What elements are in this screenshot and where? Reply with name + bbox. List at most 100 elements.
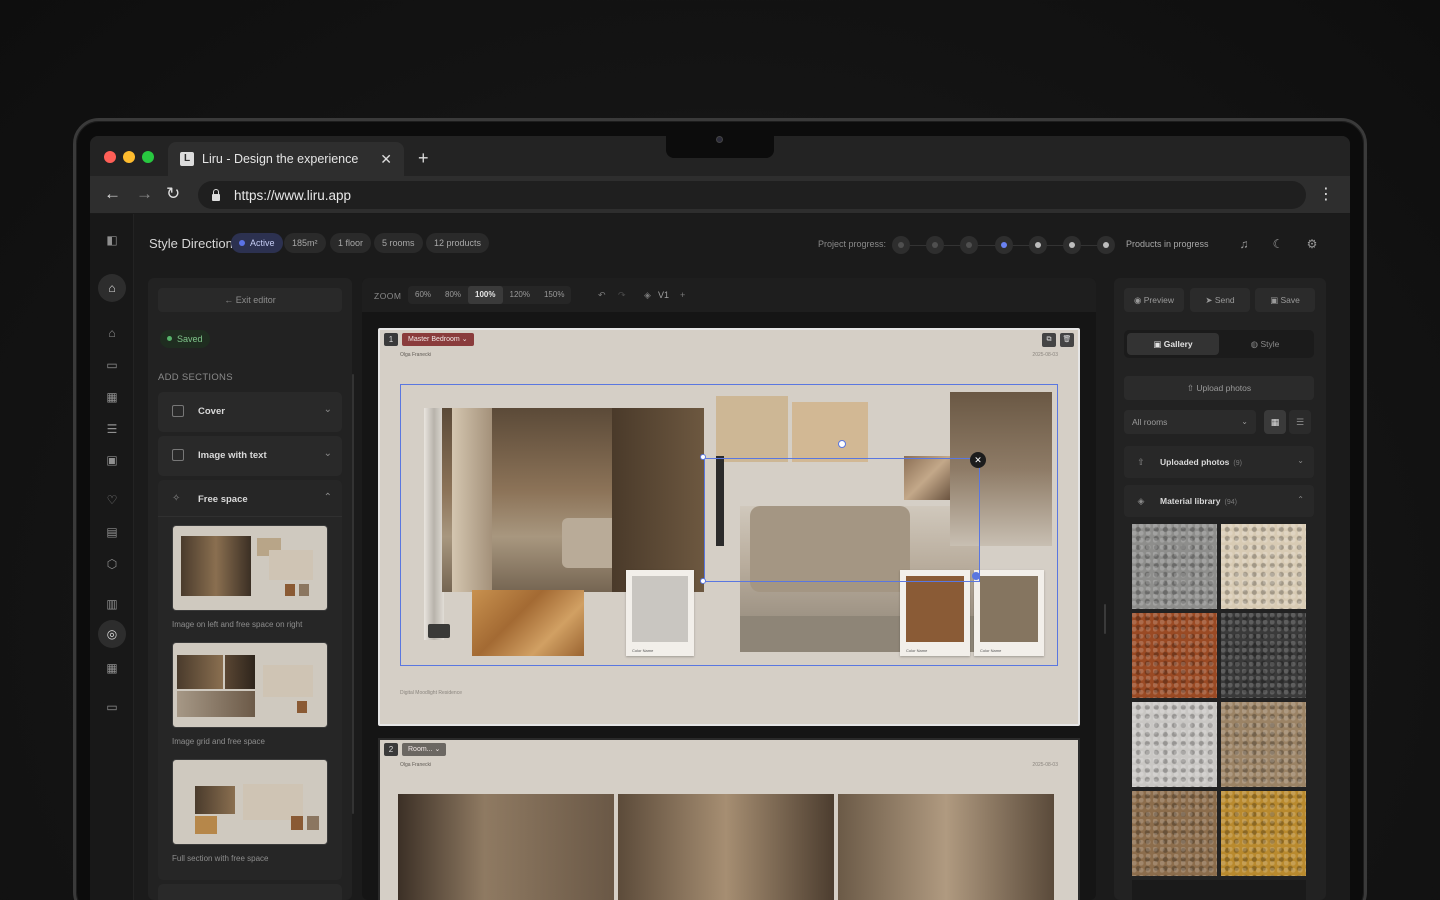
- compass-icon[interactable]: ◎: [98, 620, 126, 648]
- template-thumb: [307, 816, 319, 830]
- progress-step[interactable]: [926, 236, 944, 254]
- back-icon[interactable]: ←: [104, 184, 121, 204]
- material-tile-black-granite[interactable]: [1221, 613, 1306, 698]
- resize-handle[interactable]: [700, 454, 706, 460]
- left-scrollbar[interactable]: [352, 374, 354, 814]
- progress-step-current[interactable]: [995, 236, 1013, 254]
- new-tab-icon[interactable]: +: [418, 148, 429, 169]
- template-image-grid[interactable]: [172, 642, 328, 728]
- room-photo[interactable]: [398, 794, 614, 900]
- resize-handle[interactable]: [700, 578, 706, 584]
- material-tile-white-granite[interactable]: [1132, 702, 1217, 787]
- store-icon[interactable]: ▦: [104, 660, 120, 676]
- collapse-sidebar-icon[interactable]: ◧: [104, 232, 120, 248]
- gear-icon[interactable]: ⚙: [1306, 238, 1318, 250]
- inbox-icon[interactable]: ▭: [104, 357, 120, 373]
- bell-icon[interactable]: ♫: [1238, 238, 1250, 250]
- free-space-header[interactable]: ✧ Free space ⌃: [158, 480, 342, 516]
- forward-icon[interactable]: →: [136, 184, 153, 204]
- tab-gallery[interactable]: ▣ Gallery: [1127, 333, 1219, 355]
- undo-icon[interactable]: ↶: [598, 290, 606, 301]
- redo-icon[interactable]: ↷: [618, 290, 626, 301]
- exit-editor-button[interactable]: ← Exit editor: [158, 288, 342, 312]
- material-tile-red-granite[interactable]: [1132, 613, 1217, 698]
- progress-step[interactable]: [960, 236, 978, 254]
- box-icon[interactable]: ⬡: [104, 556, 120, 572]
- trash-icon[interactable]: 🗑: [1060, 333, 1074, 347]
- save-button[interactable]: ▣ Save: [1255, 288, 1315, 312]
- zoom-option[interactable]: 60%: [408, 286, 438, 304]
- room-photo[interactable]: [838, 794, 1054, 900]
- layers-icon[interactable]: ◈: [644, 290, 651, 301]
- material-tile-cream-marble[interactable]: [1221, 524, 1306, 609]
- material-tile-brown-granite[interactable]: [1221, 702, 1306, 787]
- material-tile-sand-granite[interactable]: [1132, 791, 1217, 876]
- progress-step[interactable]: [1029, 236, 1047, 254]
- browser-menu-icon[interactable]: ⋮: [1318, 184, 1334, 204]
- tab-style[interactable]: ◍ Style: [1219, 333, 1311, 355]
- section-next[interactable]: [158, 884, 342, 900]
- material-tile-grey-granite[interactable]: [1132, 524, 1217, 609]
- template-thumb: [263, 665, 313, 697]
- browser-tab[interactable]: L Liru - Design the experience ✕: [168, 142, 404, 176]
- close-tab-icon[interactable]: ✕: [380, 151, 392, 168]
- window-maximize-button[interactable]: [142, 151, 154, 163]
- room-filter-select[interactable]: All rooms ⌄: [1124, 410, 1256, 434]
- progress-step[interactable]: [892, 236, 910, 254]
- cover-icon: [172, 405, 184, 417]
- favorites-icon[interactable]: ♡: [104, 492, 120, 508]
- remove-item-icon[interactable]: ✕: [970, 452, 986, 468]
- moodboard-page[interactable]: 2 Room... ⌄ Olga Franecki 2025-08-03: [378, 738, 1080, 900]
- preview-button[interactable]: ◉ Preview: [1124, 288, 1184, 312]
- url-field[interactable]: https://www.liru.app: [198, 181, 1306, 209]
- zoom-toolbar: ZOOM 60% 80% 100% 120% 150% ↶ ↷ ◈ V1 +: [362, 278, 1096, 312]
- home-icon[interactable]: ⌂: [104, 325, 120, 341]
- material-tile-gold-granite[interactable]: [1221, 791, 1306, 876]
- list-view-toggle[interactable]: ☰: [1289, 410, 1311, 434]
- brand-logo-icon[interactable]: ⌂: [98, 274, 126, 302]
- gallery-icon[interactable]: ▣: [104, 452, 120, 468]
- section-cover[interactable]: Cover ⌄: [158, 392, 342, 432]
- window-close-button[interactable]: [104, 151, 116, 163]
- editor-canvas: ZOOM 60% 80% 100% 120% 150% ↶ ↷ ◈ V1 + 1…: [362, 278, 1096, 900]
- template-full-section[interactable]: [172, 759, 328, 845]
- tasks-icon[interactable]: ☰: [104, 421, 120, 437]
- rotate-handle[interactable]: [838, 440, 846, 448]
- moodboard-page[interactable]: 1 Master Bedroom ⌄ Olga Franecki 2025-08…: [378, 328, 1080, 726]
- zoom-option-selected[interactable]: 100%: [468, 286, 503, 304]
- template-thumb: [177, 691, 255, 717]
- progress-step[interactable]: [1063, 236, 1081, 254]
- uploaded-photos-row[interactable]: ⇧ Uploaded photos (9) ⌄: [1124, 446, 1314, 478]
- moon-icon[interactable]: ☾: [1272, 238, 1284, 250]
- window-minimize-button[interactable]: [123, 151, 135, 163]
- version-label[interactable]: V1: [658, 290, 669, 300]
- panel-resize-handle[interactable]: [1104, 604, 1106, 634]
- grid-view-toggle[interactable]: ▦: [1264, 410, 1286, 434]
- template-image-left[interactable]: [172, 525, 328, 611]
- resize-handle[interactable]: [972, 572, 980, 580]
- room-tag[interactable]: Room... ⌄: [402, 743, 447, 756]
- room-tag[interactable]: Master Bedroom ⌄: [402, 333, 474, 346]
- zoom-option[interactable]: 80%: [438, 286, 468, 304]
- products-chip: 12 products: [426, 233, 490, 253]
- material-tile-more[interactable]: [1132, 880, 1306, 900]
- document-icon[interactable]: ▤: [104, 524, 120, 540]
- progress-step[interactable]: [1097, 236, 1115, 254]
- add-version-icon[interactable]: +: [680, 290, 685, 300]
- duplicate-icon[interactable]: ⧉: [1042, 333, 1056, 347]
- archive-icon[interactable]: ▭: [104, 699, 120, 715]
- room-photo[interactable]: [618, 794, 834, 900]
- room-tag-label: Room...: [408, 746, 433, 753]
- reload-icon[interactable]: ↻: [166, 184, 180, 204]
- zoom-option[interactable]: 120%: [503, 286, 537, 304]
- send-button[interactable]: ➤ Send: [1190, 288, 1250, 312]
- clipboard-icon[interactable]: ▥: [104, 596, 120, 612]
- item-selection-frame[interactable]: [704, 458, 980, 582]
- zoom-option[interactable]: 150%: [537, 286, 571, 304]
- section-image-with-text[interactable]: Image with text ⌄: [158, 436, 342, 476]
- material-library-row[interactable]: ◈ Material library (94) ⌃: [1124, 485, 1314, 517]
- calendar-icon[interactable]: ▦: [104, 389, 120, 405]
- uploaded-photos-label-text: Uploaded photos: [1160, 457, 1230, 467]
- uploaded-photos-label: Uploaded photos (9): [1160, 457, 1242, 467]
- upload-photos-button[interactable]: ⇧ Upload photos: [1124, 376, 1314, 400]
